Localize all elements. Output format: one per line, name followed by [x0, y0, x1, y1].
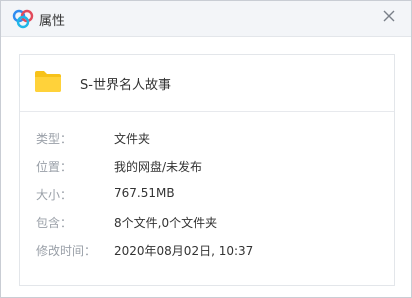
dialog-title: 属性 — [39, 14, 66, 29]
file-header: S-世界名人故事 — [20, 55, 394, 112]
property-row-location: 位置： 我的网盘/未发布 — [20, 156, 394, 176]
folder-icon — [34, 69, 62, 93]
property-label: 包含： — [36, 216, 73, 230]
property-row-contains: 包含： 8个文件,0个文件夹 — [20, 212, 394, 232]
properties-dialog: 属性 S-世界名人故事 类型： 文件夹 位置： 我的网盘/未发布 大小： 767… — [0, 0, 412, 298]
close-button[interactable] — [377, 4, 401, 28]
property-value: 2020年08月02日, 10:37 — [114, 244, 254, 258]
property-value: 文件夹 — [114, 132, 151, 146]
property-row-type: 类型： 文件夹 — [20, 128, 394, 148]
title-bar: 属性 — [1, 1, 411, 37]
file-name: S-世界名人故事 — [80, 78, 171, 93]
property-label: 修改时间： — [36, 244, 97, 258]
baidu-netdisk-icon — [12, 9, 34, 29]
property-value: 767.51MB — [114, 186, 175, 200]
properties-panel: S-世界名人故事 类型： 文件夹 位置： 我的网盘/未发布 大小： 767.51… — [19, 54, 395, 286]
property-label: 位置： — [36, 160, 73, 174]
property-row-size: 大小： 767.51MB — [20, 184, 394, 204]
close-icon — [383, 10, 395, 22]
property-label: 类型： — [36, 132, 73, 146]
property-value: 我的网盘/未发布 — [114, 160, 203, 174]
property-value: 8个文件,0个文件夹 — [114, 216, 218, 230]
property-row-modified: 修改时间： 2020年08月02日, 10:37 — [20, 240, 394, 260]
property-label: 大小： — [36, 188, 73, 202]
